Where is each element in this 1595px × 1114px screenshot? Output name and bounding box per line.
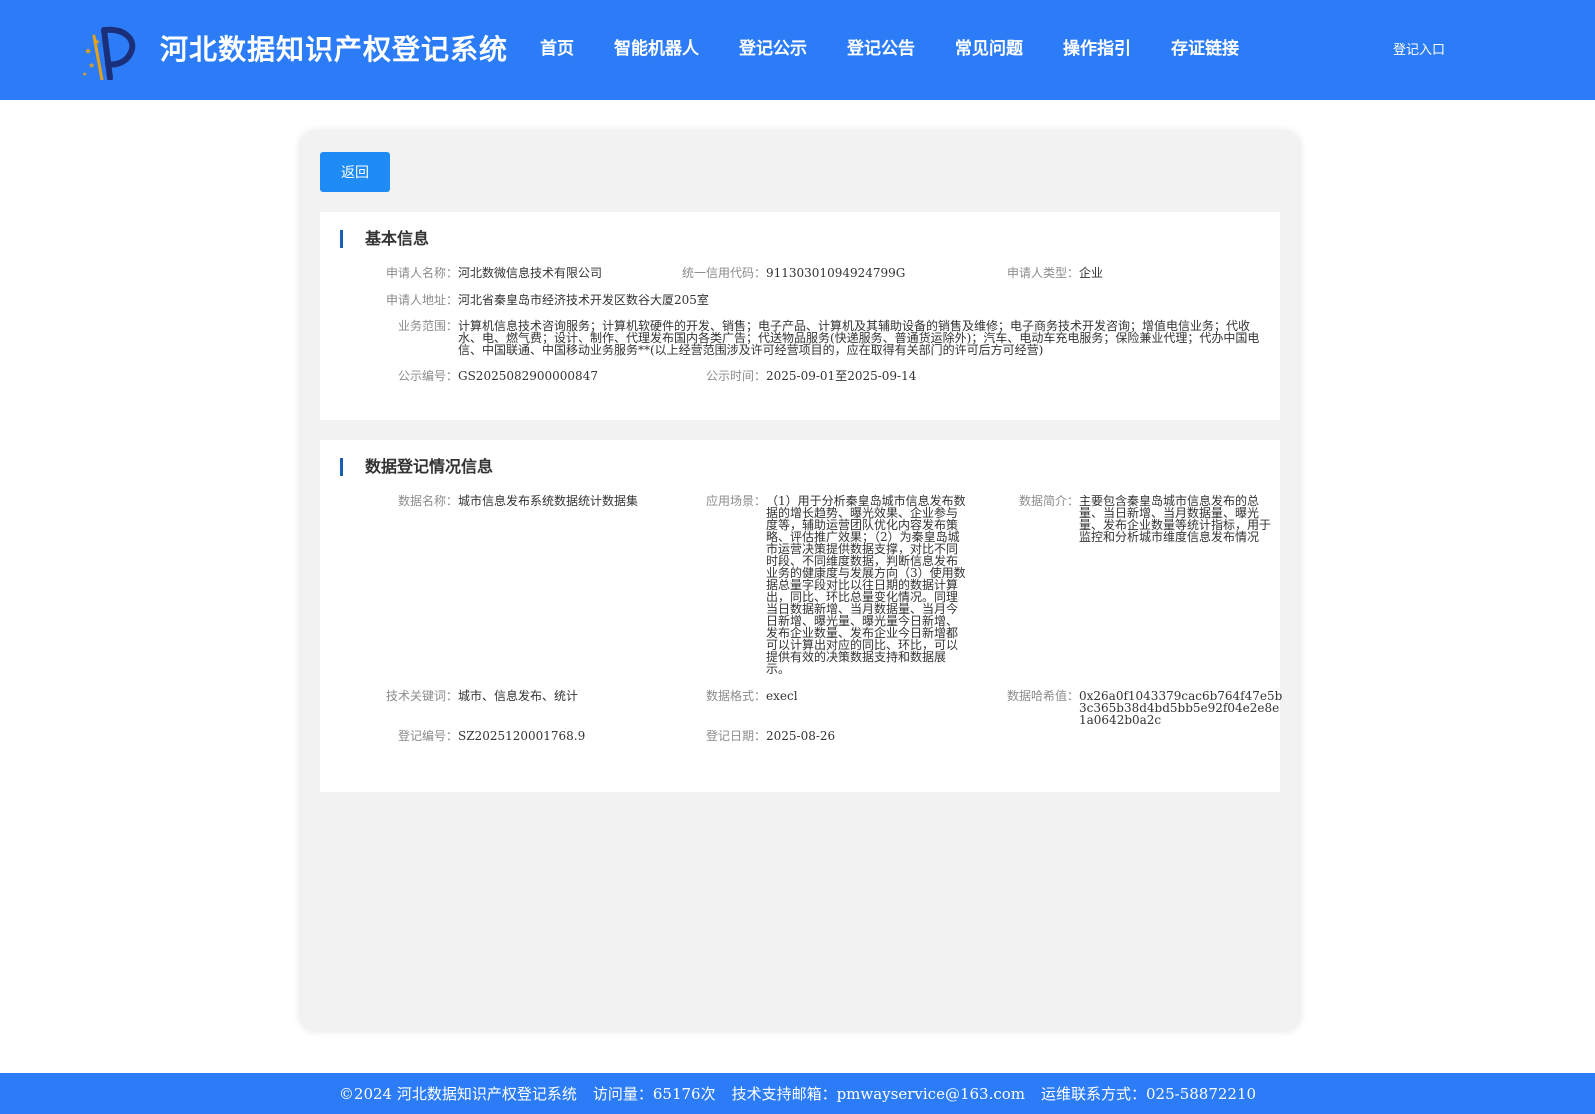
field-value: 91130301094924799G: [766, 266, 906, 280]
svg-text:★: ★: [88, 61, 95, 70]
field-publicity-time: 公示时间： 2025-09-01至2025-09-14: [658, 370, 916, 382]
field-application-scenario: 应用场景： （1）用于分析秦皇岛城市信息发布数据的增长趋势、曝光效果、企业参与度…: [658, 495, 968, 675]
back-button[interactable]: 返回: [320, 152, 390, 192]
field-label: 统一信用代码：: [681, 266, 766, 280]
field-value: 计算机信息技术咨询服务；计算机软硬件的开发、销售；电子产品、计算机及其辅助设备的…: [458, 319, 1260, 357]
field-data-name: 数据名称： 城市信息发布系统数据统计数据集: [350, 495, 638, 507]
field-label: 申请人名称：: [385, 266, 458, 280]
basic-info-card: 基本信息 申请人名称： 河北数微信息技术有限公司 统一信用代码： 9113030…: [320, 212, 1280, 420]
nav-registration-publicity[interactable]: 登记公示: [739, 34, 807, 59]
field-label: 公示编号：: [397, 369, 458, 383]
field-value: （1）用于分析秦皇岛城市信息发布数据的增长趋势、曝光效果、企业参与度等，辅助运营…: [766, 494, 966, 676]
svg-text:★: ★: [84, 47, 92, 57]
nav-home[interactable]: 首页: [540, 34, 574, 59]
section-title-data: 数据登记情况信息: [340, 458, 493, 476]
field-value: 城市信息发布系统数据统计数据集: [458, 494, 639, 508]
page-footer: ©2024 河北数据知识产权登记系统 访问量：65176次 技术支持邮箱：pmw…: [0, 1073, 1595, 1114]
field-publicity-number: 公示编号： GS2025082900000847: [350, 370, 598, 382]
field-data-intro: 数据简介： 主要包含秦皇岛城市信息发布的总量、当日新增、当月数据量、曝光量、发布…: [971, 495, 1275, 543]
field-value: SZ2025120001768.9: [458, 729, 586, 743]
svg-text:★: ★: [94, 38, 100, 46]
field-data-hash: 数据哈希值： 0x26a0f1043379cac6b764f47e5b3c365…: [971, 690, 1285, 726]
field-value: GS2025082900000847: [458, 369, 598, 383]
main-nav: 首页 智能机器人 登记公示 登记公告 常见问题 操作指引 存证链接: [540, 34, 1279, 59]
field-label: 申请人类型：: [1006, 266, 1079, 280]
top-header: ★ ★ ★ ★ 河北数据知识产权登记系统 首页 智能机器人 登记公示 登记公告 …: [0, 0, 1595, 100]
field-address: 申请人地址： 河北省秦皇岛市经济技术开发区数谷大厦205室: [350, 294, 709, 306]
field-applicant-type: 申请人类型： 企业: [971, 267, 1103, 279]
field-value: 企业: [1079, 266, 1104, 280]
site-title: 河北数据知识产权登记系统: [160, 33, 509, 66]
svg-text:★: ★: [82, 71, 87, 78]
field-applicant-name: 申请人名称： 河北数微信息技术有限公司: [350, 267, 602, 279]
field-value: 河北数微信息技术有限公司: [458, 266, 603, 280]
field-value: execl: [766, 689, 798, 703]
field-label: 技术关键词：: [385, 689, 458, 703]
field-label: 业务范围：: [397, 319, 458, 333]
nav-guide[interactable]: 操作指引: [1063, 34, 1131, 59]
field-label: 数据哈希值：: [1006, 689, 1079, 703]
field-value: 2025-08-26: [766, 729, 836, 743]
field-label: 应用场景：: [705, 494, 766, 508]
field-label: 数据格式：: [705, 689, 766, 703]
field-label: 登记日期：: [705, 729, 766, 743]
nav-evidence-link[interactable]: 存证链接: [1171, 34, 1239, 59]
hebei-logo-icon: ★ ★ ★ ★: [80, 24, 136, 82]
field-business-scope: 业务范围： 计算机信息技术咨询服务；计算机软硬件的开发、销售；电子产品、计算机及…: [350, 320, 1270, 356]
field-value: 主要包含秦皇岛城市信息发布的总量、当日新增、当月数据量、曝光量、发布企业数量等统…: [1079, 494, 1272, 544]
field-registration-number: 登记编号： SZ2025120001768.9: [350, 730, 585, 742]
login-link[interactable]: 登记入口: [1393, 39, 1445, 58]
field-value: 0x26a0f1043379cac6b764f47e5b3c365b38d4bd…: [1079, 689, 1283, 727]
field-label: 登记编号：: [397, 729, 458, 743]
nav-registration-announcement[interactable]: 登记公告: [847, 34, 915, 59]
field-value: 城市、信息发布、统计: [458, 689, 579, 703]
field-credit-code: 统一信用代码： 91130301094924799G: [658, 267, 905, 279]
footer-visits: 访问量：65176次: [592, 1085, 716, 1103]
detail-panel: 返回 基本信息 申请人名称： 河北数微信息技术有限公司 统一信用代码： 9113…: [300, 131, 1300, 1031]
nav-faq[interactable]: 常见问题: [955, 34, 1023, 59]
nav-robot[interactable]: 智能机器人: [614, 34, 699, 59]
section-title-basic: 基本信息: [340, 230, 429, 248]
footer-contact: 运维联系方式：025-58872210: [1041, 1085, 1257, 1103]
field-value: 河北省秦皇岛市经济技术开发区数谷大厦205室: [458, 293, 709, 307]
data-registration-card: 数据登记情况信息 数据名称： 城市信息发布系统数据统计数据集 应用场景： （1）…: [320, 440, 1282, 792]
field-value: 2025-09-01至2025-09-14: [766, 369, 917, 383]
field-label: 公示时间：: [705, 369, 766, 383]
footer-copyright: ©2024 河北数据知识产权登记系统: [338, 1085, 577, 1103]
field-tech-keywords: 技术关键词： 城市、信息发布、统计: [350, 690, 578, 702]
field-label: 数据简介：: [1018, 494, 1079, 508]
field-label: 数据名称：: [397, 494, 458, 508]
field-data-format: 数据格式： execl: [658, 690, 798, 702]
footer-support-email: 技术支持邮箱：pmwayservice@163.com: [731, 1085, 1026, 1103]
field-label: 申请人地址：: [385, 293, 458, 307]
field-registration-date: 登记日期： 2025-08-26: [658, 730, 835, 742]
